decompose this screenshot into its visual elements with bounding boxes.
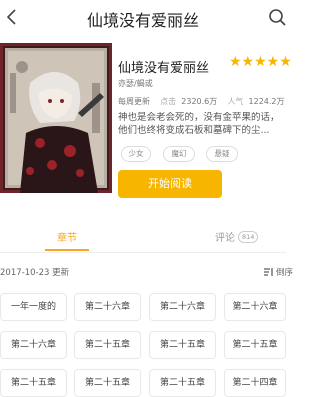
sort-icon[interactable]: [263, 267, 273, 277]
rating-stars: ★★★★★: [229, 54, 292, 70]
chapter-item[interactable]: 第二十六章: [74, 293, 141, 321]
chapter-item[interactable]: 第二十六章: [224, 293, 286, 321]
tag-xuanyi[interactable]: 悬疑: [206, 146, 238, 162]
active-tab-indicator: [45, 249, 89, 251]
book-title: 仙境没有爱丽丝: [118, 61, 210, 76]
clicks-value: 2320.6万: [181, 97, 218, 106]
page-title: 仙境没有爱丽丝: [86, 11, 199, 30]
chapter-item[interactable]: 第二十四章: [224, 369, 286, 397]
description-line: 神也是会老会死的，没有金苹果的话，: [118, 112, 280, 123]
tab-comments[interactable]: 评论: [215, 229, 235, 244]
chapter-item[interactable]: 第二十五章: [149, 369, 216, 397]
tag-mohuan[interactable]: 魔幻: [163, 146, 195, 162]
popularity-value: 1224.2万: [248, 97, 285, 106]
search-icon[interactable]: [268, 8, 286, 28]
chapter-item[interactable]: 第二十六章: [149, 293, 216, 321]
tag-shaonv[interactable]: 少女: [121, 146, 151, 162]
sort-toggle-label[interactable]: 倒序: [276, 266, 293, 278]
popularity-label: 人气: [227, 97, 244, 106]
book-stats: 每周更新 点击 2320.6万 人气 1224.2万: [118, 96, 285, 107]
description-line: 他们也终将变成石板和墓碑下的尘...: [118, 124, 270, 136]
book-description: 神也是会老会死的，没有金苹果的话， 他们也终将变成石板和墓碑下的尘...: [118, 112, 288, 137]
tab-chapters[interactable]: 章节: [45, 229, 89, 244]
start-reading-button[interactable]: 开始阅读: [118, 170, 222, 198]
book-cover-image[interactable]: [0, 43, 112, 193]
chapter-item[interactable]: 第二十五章: [74, 369, 141, 397]
book-author[interactable]: 亦瑟/蝎或: [118, 78, 153, 89]
chapter-item[interactable]: 第二十五章: [74, 331, 141, 359]
clicks-label: 点击: [160, 97, 177, 106]
chapter-item[interactable]: 一年一度的: [0, 293, 67, 321]
chapter-item[interactable]: 第二十六章: [0, 331, 67, 359]
comment-count-badge: 814: [238, 231, 259, 243]
chapter-item[interactable]: 第二十五章: [224, 331, 286, 359]
update-frequency: 每周更新: [118, 97, 150, 106]
last-update-date: 2017-10-23 更新: [0, 268, 70, 278]
chapter-item[interactable]: 第二十五章: [0, 369, 67, 397]
chapter-item[interactable]: 第二十五章: [149, 331, 216, 359]
